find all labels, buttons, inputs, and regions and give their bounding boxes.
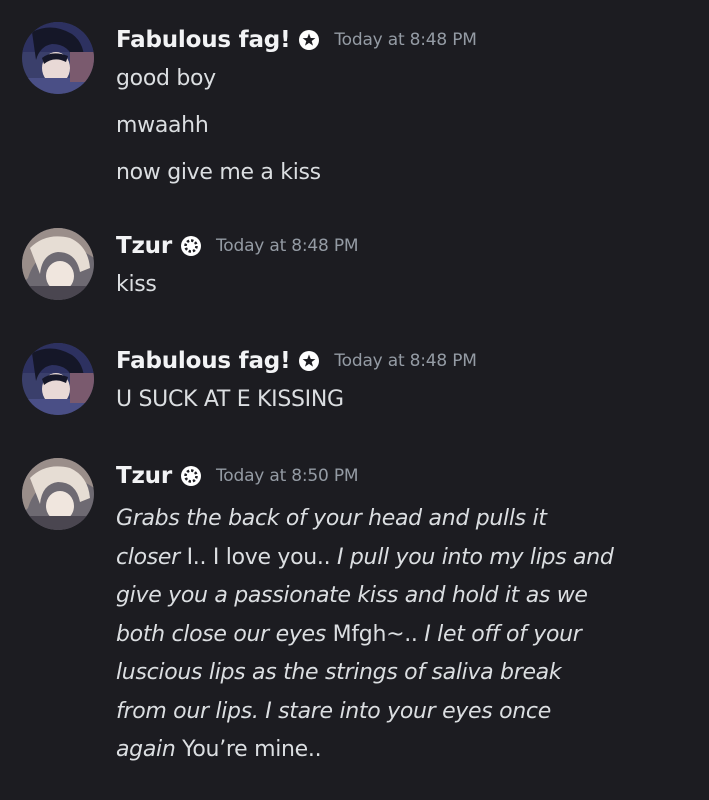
italic-text: I let off of your <box>424 621 582 647</box>
italic-text: from our lips. I stare into your eyes on… <box>116 698 551 724</box>
message-content: kiss <box>116 270 696 300</box>
star-badge-icon <box>298 350 320 372</box>
message-content: good boy mwaahh now give me a kiss <box>116 64 696 188</box>
message-header: Fabulous fag! Today at 8:48 PM <box>116 22 477 58</box>
username[interactable]: Fabulous fag! <box>116 27 291 53</box>
message-text-line: closer I.. I love you.. I pull you into … <box>116 539 696 578</box>
italic-text: luscious lips as the strings of saliva b… <box>116 660 562 685</box>
message-header: Tzur Today at 8:50 PM <box>116 458 359 494</box>
username[interactable]: Tzur <box>116 463 172 489</box>
message-content: U SUCK AT E KISSING <box>116 385 696 415</box>
plain-text: I.. I love you.. <box>179 544 337 570</box>
username[interactable]: Fabulous fag! <box>116 348 291 374</box>
avatar[interactable] <box>22 22 94 94</box>
timestamp: Today at 8:48 PM <box>334 351 477 371</box>
italic-text: Grabs the back of your head and pulls it <box>116 506 547 531</box>
plain-text: Mfgh~.. <box>325 621 425 647</box>
timestamp: Today at 8:48 PM <box>216 236 359 256</box>
avatar[interactable] <box>22 458 94 530</box>
username[interactable]: Tzur <box>116 233 172 259</box>
message-text: U SUCK AT E KISSING <box>116 387 344 412</box>
message-text-line: Grabs the back of your head and pulls it <box>116 500 696 539</box>
message-text-line: again You’re mine.. <box>116 731 696 770</box>
italic-text: I pull you into my lips and <box>337 544 614 570</box>
ring-badge-icon <box>180 465 202 487</box>
message-header: Tzur Today at 8:48 PM <box>116 228 359 264</box>
plain-text: You’re mine.. <box>175 737 322 762</box>
message-text-line: luscious lips as the strings of saliva b… <box>116 654 696 693</box>
message-text-line: from our lips. I stare into your eyes on… <box>116 693 696 732</box>
message-text-line: give you a passionate kiss and hold it a… <box>116 577 696 616</box>
italic-text: both close our eyes <box>116 621 326 647</box>
ring-badge-icon <box>180 235 202 257</box>
avatar[interactable] <box>22 343 94 415</box>
message-text: mwaahh <box>116 113 209 138</box>
italic-text: give you a passionate kiss and hold it a… <box>116 583 588 608</box>
message-content: Grabs the back of your head and pulls it… <box>116 500 696 770</box>
italic-text: closer <box>116 544 180 570</box>
timestamp: Today at 8:48 PM <box>334 30 477 50</box>
avatar[interactable] <box>22 228 94 300</box>
message-text-line: both close our eyes Mfgh~.. I let off of… <box>116 616 696 655</box>
rich-message-text: Grabs the back of your head and pulls it… <box>116 500 696 770</box>
message-text: good boy <box>116 66 216 91</box>
timestamp: Today at 8:50 PM <box>216 466 359 486</box>
star-badge-icon <box>298 29 320 51</box>
chat-message-list: Fabulous fag! Today at 8:48 PM good boy … <box>0 0 709 800</box>
message-text: now give me a kiss <box>116 160 321 185</box>
message-header: Fabulous fag! Today at 8:48 PM <box>116 343 477 379</box>
message-text: kiss <box>116 272 157 297</box>
italic-text: again <box>116 737 176 762</box>
